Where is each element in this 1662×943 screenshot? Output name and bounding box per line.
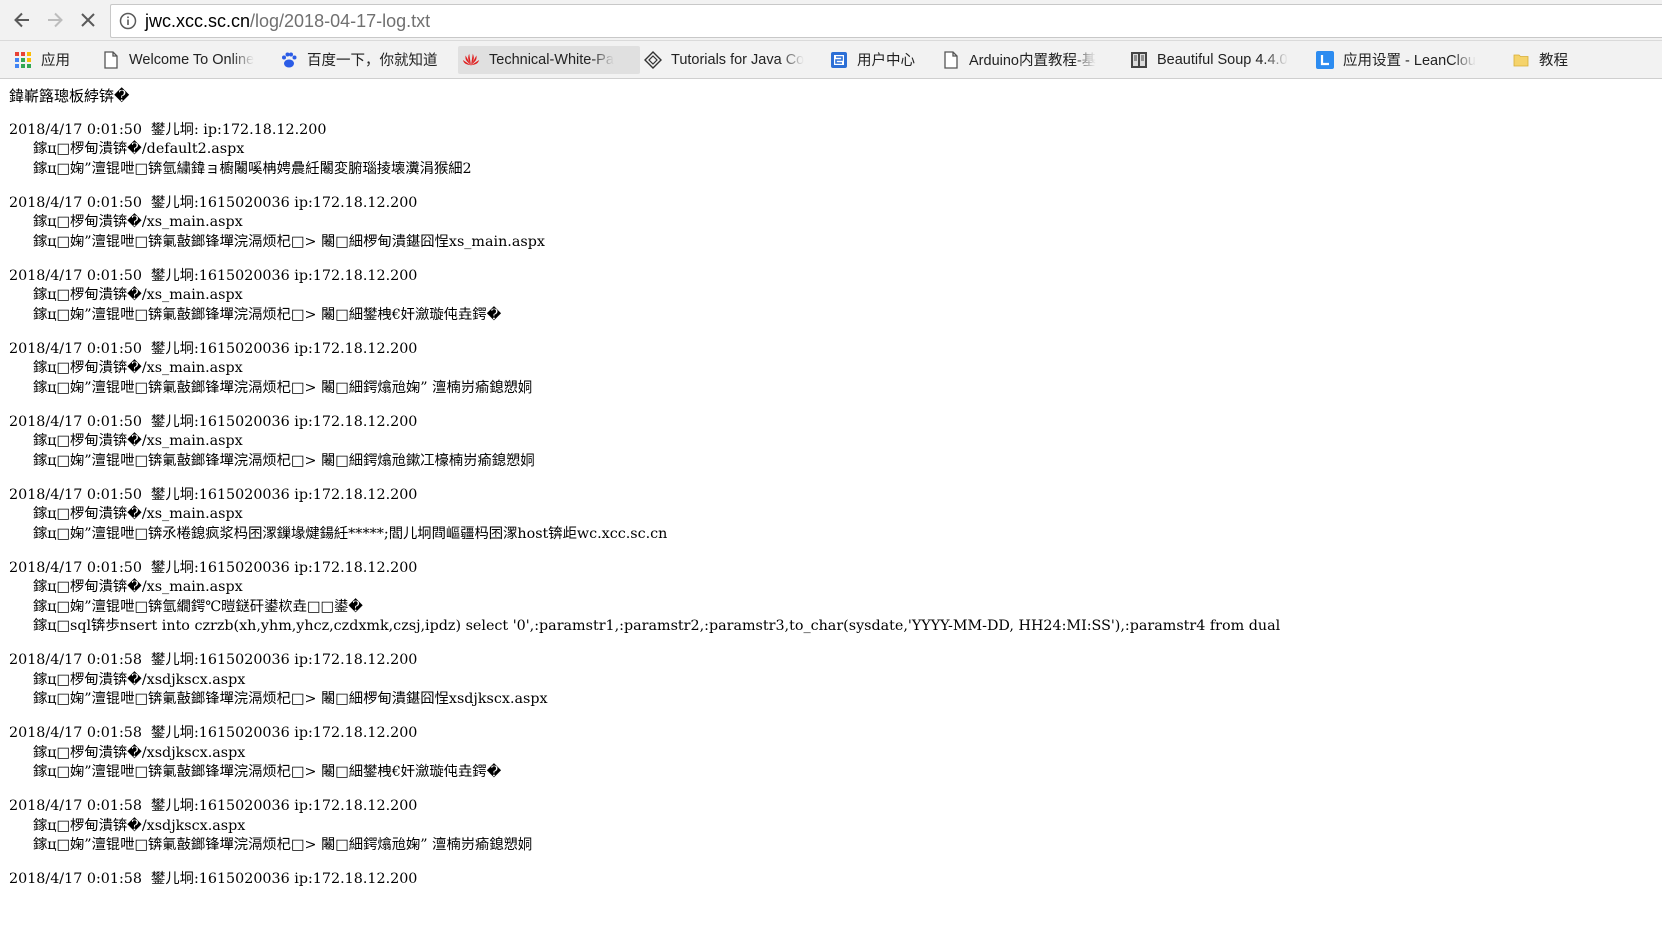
stop-loading-button[interactable] [74,6,102,34]
log-entry: 2018/4/17 0:01:58 鐢儿坰:1615020036 ip:172.… [9,797,1662,856]
page-icon [102,50,120,69]
log-content: 鍏嶄簬璁板綍锛� 2018/4/17 0:01:50 鐢儿坰: ip:172.1… [0,80,1662,943]
info-icon[interactable] [119,12,137,30]
log-entry-line: 鎵ц□椤甸潰锛�/xsdjkscx.aspx [33,817,246,834]
log-entry-header: 2018/4/17 0:01:58 鐢儿坰:1615020036 ip:172.… [9,652,418,668]
log-entry-header: 2018/4/17 0:01:58 鐢儿坰:1615020036 ip:172.… [9,725,418,741]
log-header: 鍏嶄簬璁板綍锛� [9,87,130,105]
log-entry: 2018/4/17 0:01:50 鐢儿坰:1615020036 ip:172.… [9,413,1662,472]
book-icon [1130,51,1148,69]
bookmark-user-center[interactable]: 用户中心 [826,46,938,74]
bookmark-label: 用户中心 [857,53,915,69]
log-entry-line: 鎵ц□椤甸潰锛�/xs_main.aspx [33,579,243,595]
log-entry-line: 鎵ц□婅”澶锟呭□锛氭敼鎯锋墠浣滆烦杞□> 闂□細鍔熻兘婅” 澶楠岃瘉鎴愬姛 [33,379,533,396]
bookmark-label: 百度一下，你就知道 [307,53,438,69]
log-entry-line: 鎵ц□椤甸潰锛�/default2.aspx [33,141,245,157]
url-text: jwc.xcc.sc.cn/log/2018-04-17-log.txt [145,11,430,32]
log-entry: 2018/4/17 0:01:58 鐢儿坰:1615020036 ip:172.… [9,651,1662,710]
log-entry-line: 鎵ц□婅”澶锟呭□锛氭敼鎯锋墠浣滆烦杞□> 闂□細椤甸潰鍖囧悜xs_main.a… [33,233,545,250]
log-entry-line: 鎵ц□sql锛歩nsert into czrzb(xh,yhm,yhcz,czd… [33,618,1281,634]
log-entry-line: 鎵ц□婅”澶锟呭□锛氶棬鎴疯浆杩囨潈鏁堟煡鍚紝*****;閻儿坰閰嶇疆杩囨潈ho… [33,525,668,542]
log-entry-header: 2018/4/17 0:01:58 鐢儿坰:1615020036 ip:172.… [9,871,418,887]
log-entry-header: 2018/4/17 0:01:50 鐢儿坰:1615020036 ip:172.… [9,194,418,211]
log-entry: 2018/4/17 0:01:50 鐢儿坰:1615020036 ip:172.… [9,267,1662,326]
log-entry: 2018/4/17 0:01:50 鐢儿坰:1615020036 ip:172.… [9,559,1662,637]
bookmark-tutorials-folder[interactable]: 教程 [1508,46,1598,74]
log-entry-line: 鎵ц□婅”澶锟呭□锛氫繍鍏ョ櫥闂嗘柟娉曟紝闂変腑瑙掕壊瀵涓猴細2 [33,160,472,177]
log-entries: 2018/4/17 0:01:50 鐢儿坰: ip:172.18.12.200 鎵… [9,121,1662,890]
log-entry-header: 2018/4/17 0:01:50 鐢儿坰:1615020036 ip:172.… [9,267,418,284]
forward-arrow-icon [48,12,63,28]
bookmark-label: Beautiful Soup 4.4.0 [1157,51,1288,68]
log-entry-line: 鎵ц□椤甸潰锛�/xsdjkscx.aspx [33,744,246,761]
log-entry-line: 鎵ц□婅”澶锟呭□锛氭敼鎯锋墠浣滆烦杞□> 闂□細鍔熻兘婅” 澶楠岃瘉鎴愬姛 [33,837,533,853]
page-icon [942,50,960,69]
log-entry-line: 鎵ц□椤甸潰锛�/xs_main.aspx [33,214,243,230]
log-entry: 2018/4/17 0:01:50 鐢儿坰: ip:172.18.12.200 鎵… [9,121,1662,180]
log-entry-line: 鎵ц□椤甸潰锛�/xs_main.aspx [33,360,243,376]
bookmark-apps[interactable]: 应用 [10,46,98,74]
bookmark-baidu[interactable]: 百度一下，你就知道 [276,46,458,74]
leancloud-icon [1316,50,1334,69]
log-entry: 2018/4/17 0:01:50 鐢儿坰:1615020036 ip:172.… [9,486,1662,545]
log-entry: 2018/4/17 0:01:50 鐢儿坰:1615020036 ip:172.… [9,194,1662,253]
log-entry: 2018/4/17 0:01:58 鐢儿坰:1615020036 ip:172.… [9,870,1662,890]
diamond-icon [644,50,662,69]
log-entry-line: 鎵ц□婅”澶锟呭□锛氭敼鎯锋墠浣滆烦杞□> 闂□細鐢栧€奸瀲璇伅垚鍔� [33,306,502,323]
bookmark-arduino[interactable]: Arduino内置教程-基 [938,46,1126,74]
bookmark-label: Technical-White-Pa [489,51,614,68]
back-button[interactable] [8,6,36,34]
bookmark-label: Tutorials for Java Co [671,51,805,68]
log-entry-header: 2018/4/17 0:01:50 鐢儿坰:1615020036 ip:172.… [9,413,418,430]
bookmark-tutorials-java[interactable]: Tutorials for Java Co [640,46,826,74]
apps-grid-icon [14,51,32,69]
log-entry-header: 2018/4/17 0:01:50 鐢儿坰:1615020036 ip:172.… [9,340,418,357]
bookmark-label: 教程 [1539,53,1568,69]
log-entry-line: 鎵ц□椤甸潰锛�/xs_main.aspx [33,433,243,449]
log-entry: 2018/4/17 0:01:58 鐢儿坰:1615020036 ip:172.… [9,724,1662,783]
log-entry-line: 鎵ц□婅”澶锟呭□锛氫繝鍔℃暟鎹矸鍙栨垚□□鍙� [33,598,363,615]
bookmark-label: Welcome To Online [129,51,255,68]
log-entry: 2018/4/17 0:01:50 鐢儿坰:1615020036 ip:172.… [9,340,1662,399]
url-path: /log/2018-04-17-log.txt [250,10,431,31]
log-entry-header: 2018/4/17 0:01:50 鐢儿坰: ip:172.18.12.200 [9,121,327,138]
bookmark-label: 应用 [41,53,70,69]
log-entry-line: 鎵ц□椤甸潰锛�/xsdjkscx.aspx [33,671,246,688]
back-arrow-icon [14,12,29,28]
huawei-icon [462,51,480,69]
folder-icon [1512,51,1530,69]
log-entry-header: 2018/4/17 0:01:50 鐢儿坰:1615020036 ip:172.… [9,486,418,503]
log-entry-header: 2018/4/17 0:01:58 鐢儿坰:1615020036 ip:172.… [9,798,418,814]
bookmark-technical-white-paper[interactable]: Technical-White-Pa [458,45,640,74]
log-entry-line: 鎵ц□椤甸潰锛�/xs_main.aspx [33,506,243,522]
log-entry-line: 鎵ц□椤甸潰锛�/xs_main.aspx [33,287,243,303]
bookmarks-bar: 应用 Welcome To Online 百度一下，你就知道 Technical… [0,41,1662,79]
bookmark-welcome[interactable]: Welcome To Online [98,46,276,74]
log-entry-header: 2018/4/17 0:01:50 鐢儿坰:1615020036 ip:172.… [9,559,418,576]
bookmark-label: 应用设置 - LeanClou [1343,53,1476,69]
baidu-paw-icon [280,51,298,69]
browser-toolbar: jwc.xcc.sc.cn/log/2018-04-17-log.txt [0,0,1662,41]
address-bar[interactable]: jwc.xcc.sc.cn/log/2018-04-17-log.txt [110,4,1662,38]
log-entry-line: 鎵ц□婅”澶锟呭□锛氭敼鎯锋墠浣滆烦杞□> 闂□細鐢栧€奸瀲璇伅垚鍔� [33,764,502,780]
bookmark-label: Arduino内置教程-基 [969,53,1097,69]
log-entry-line: 鎵ц□婅”澶锟呭□锛氭敼鎯锋墠浣滆烦杞□> 闂□細椤甸潰鍖囧悜xsdjkscx.… [33,691,548,707]
blue-square-icon [830,51,848,69]
forward-button[interactable] [41,6,69,34]
log-entry-line: 鎵ц□婅”澶锟呭□锛氭敼鎯锋墠浣滆烦杞□> 闂□細鍔熻兘鏉冮檺楠岃瘉鎴愬姛 [33,452,535,469]
bookmark-beautiful-soup[interactable]: Beautiful Soup 4.4.0 [1126,46,1312,74]
bookmark-leancloud[interactable]: 应用设置 - LeanClou [1312,46,1508,74]
url-host: jwc.xcc.sc.cn [145,10,251,31]
close-icon [81,13,95,27]
